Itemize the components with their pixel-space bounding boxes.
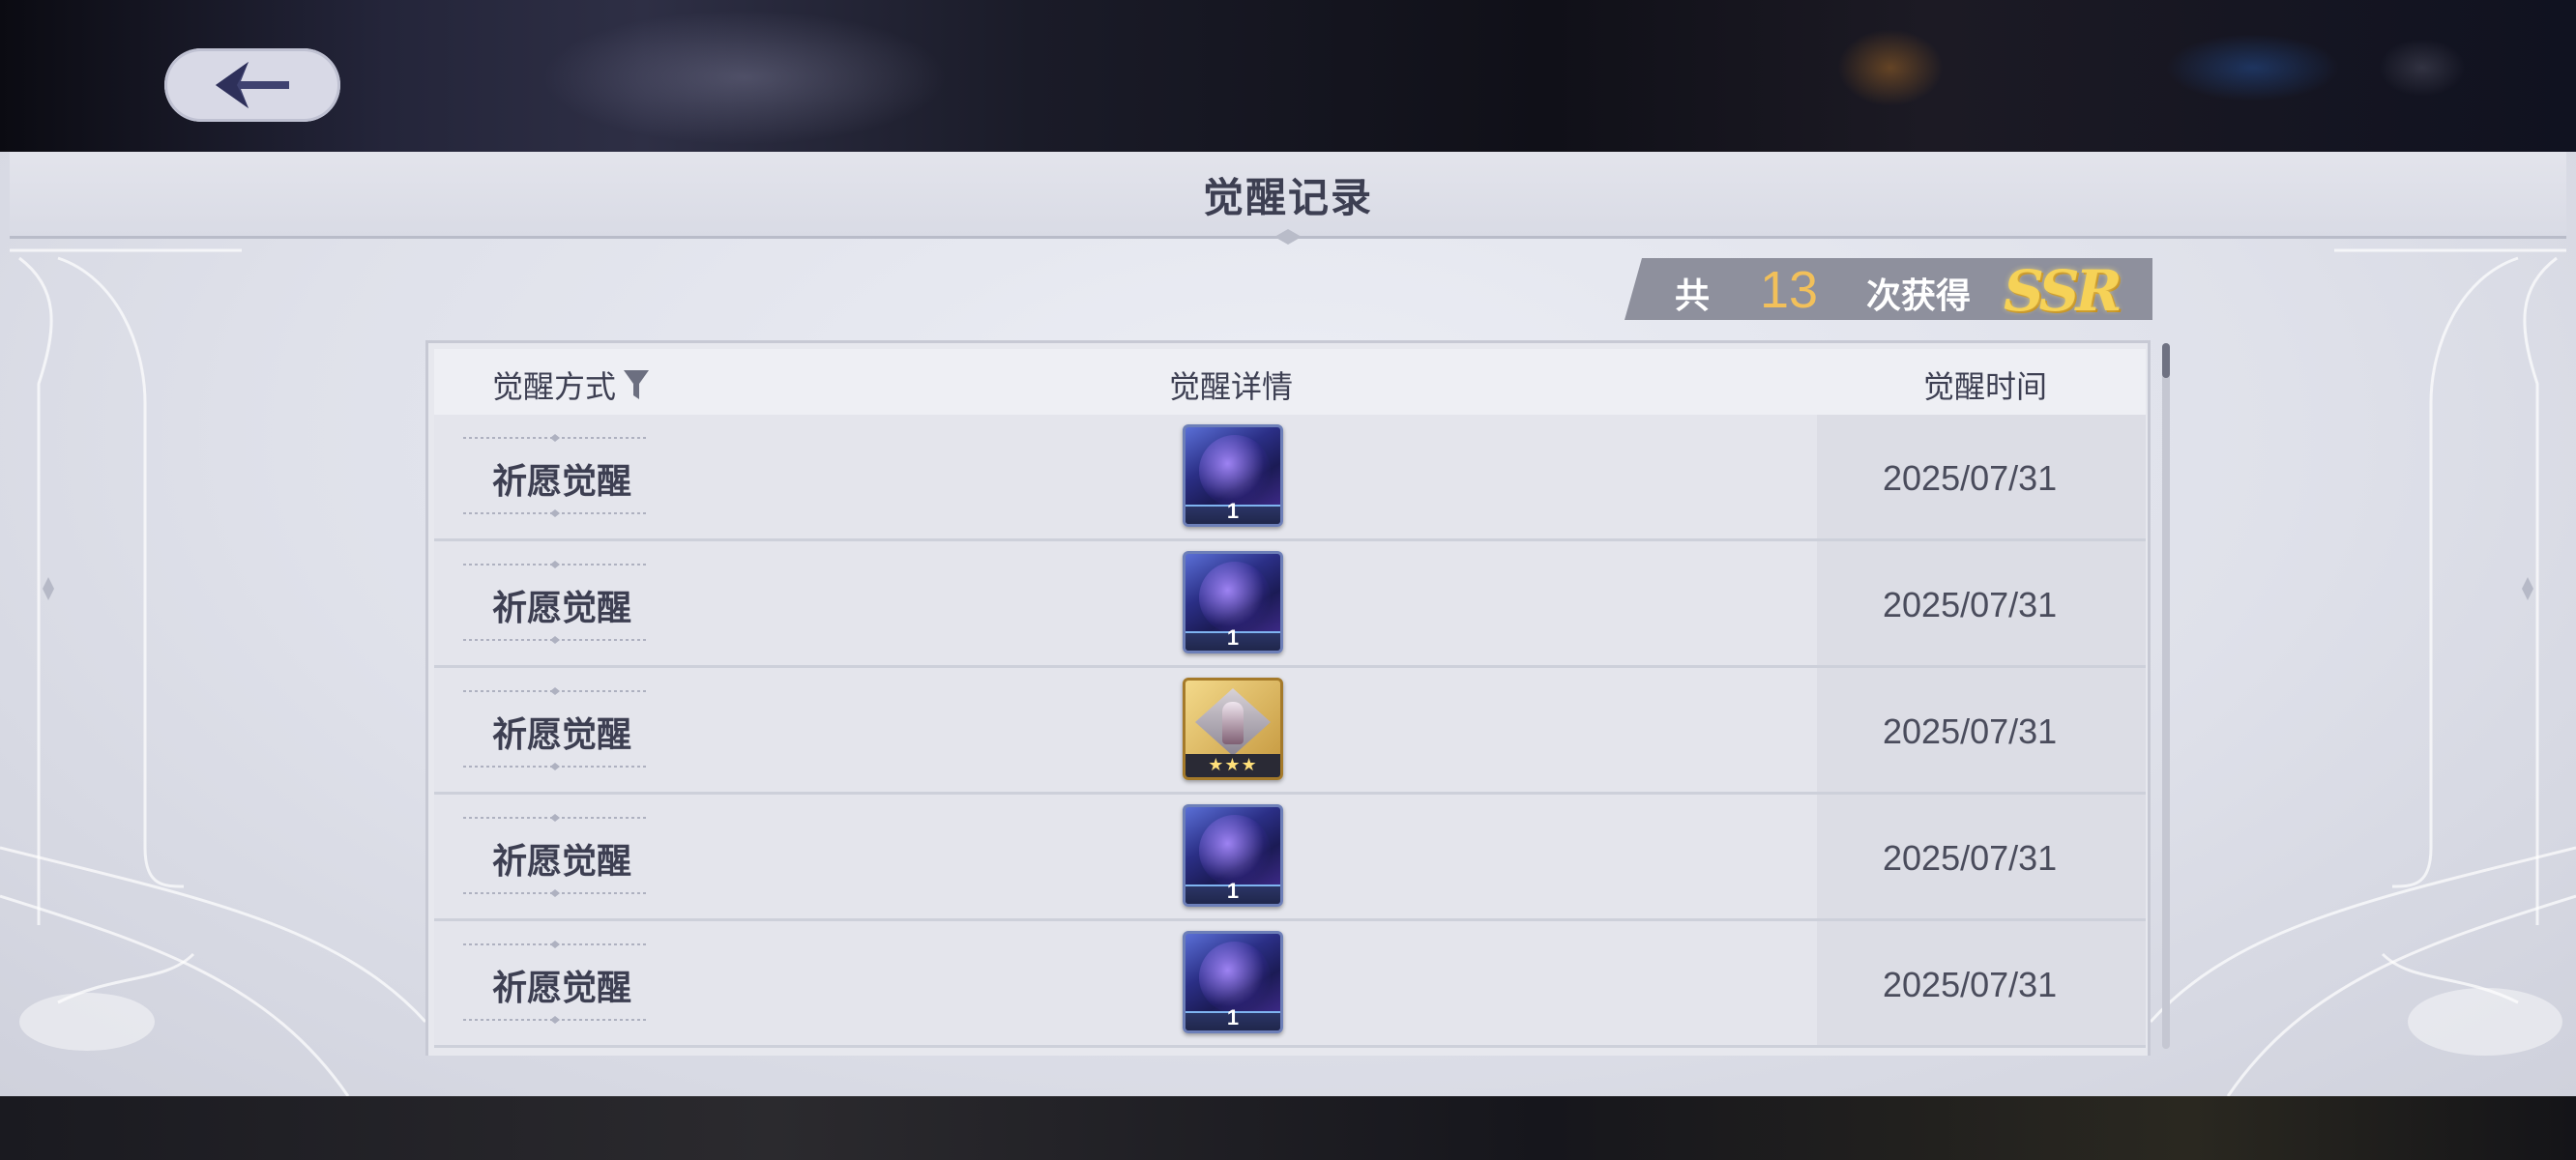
- star-rating: ★★★: [1186, 754, 1280, 777]
- table-body[interactable]: 祈愿觉醒 1 2025/07/31 祈愿觉醒 1 2025/07/31 祈愿觉醒…: [434, 415, 2146, 1048]
- row-ornament-line: [463, 941, 647, 948]
- column-header-method[interactable]: 觉醒方式: [492, 362, 651, 407]
- top-bar: [0, 0, 2576, 152]
- row-ornament-line: [463, 561, 647, 568]
- table-header: 觉醒方式 觉醒详情 觉醒时间: [434, 349, 2146, 415]
- row-ornament-line: [463, 687, 647, 695]
- records-panel: 觉醒记录 共 13 次获得 SSR 觉醒方式 觉醒详情 觉醒时间 祈愿觉醒 1 …: [0, 152, 2576, 1096]
- character-portrait-figure: [1222, 702, 1244, 744]
- column-header-detail: 觉醒详情: [1169, 368, 1294, 405]
- row-ornament-line: [463, 889, 647, 897]
- reward-card-item[interactable]: 1: [1183, 424, 1283, 527]
- item-quantity: 1: [1226, 1005, 1240, 1030]
- screen: 觉醒记录 共 13 次获得 SSR 觉醒方式 觉醒详情 觉醒时间 祈愿觉醒 1 …: [0, 0, 2576, 1160]
- item-quantity: 1: [1226, 879, 1240, 903]
- row-ornament-line: [463, 434, 647, 442]
- row-date: 2025/07/31: [1883, 458, 2058, 498]
- row-date: 2025/07/31: [1883, 838, 2058, 878]
- bottom-bar: [0, 1096, 2576, 1160]
- ssr-count-prefix: 共: [1675, 276, 1711, 316]
- row-ornament-line: [463, 763, 647, 770]
- background-glow: [542, 10, 948, 145]
- scrollbar-thumb[interactable]: [2162, 343, 2170, 378]
- table-row[interactable]: 祈愿觉醒 1 2025/07/31: [434, 795, 2146, 921]
- row-ornament-line: [463, 509, 647, 517]
- table-scrollbar[interactable]: [2162, 343, 2170, 1049]
- row-method: 祈愿觉醒: [492, 461, 632, 502]
- ssr-count-suffix: 次获得: [1866, 276, 1972, 316]
- records-table: 觉醒方式 觉醒详情 觉醒时间 祈愿觉醒 1 2025/07/31 祈愿觉醒 1 …: [425, 340, 2151, 1056]
- table-row[interactable]: 祈愿觉醒 ★★★ 2025/07/31: [434, 668, 2146, 795]
- row-method: 祈愿觉醒: [492, 588, 632, 628]
- row-date: 2025/07/31: [1883, 965, 2058, 1004]
- column-header-time: 觉醒时间: [1923, 368, 2048, 405]
- table-row[interactable]: 祈愿觉醒 1 2025/07/31: [434, 415, 2146, 541]
- reward-card-item[interactable]: 1: [1183, 931, 1283, 1033]
- row-method: 祈愿觉醒: [492, 841, 632, 882]
- row-date: 2025/07/31: [1883, 585, 2058, 624]
- currency-icon-blurred: [1837, 29, 1944, 106]
- table-row[interactable]: 祈愿觉醒 1 2025/07/31: [434, 921, 2146, 1048]
- item-quantity: 1: [1226, 499, 1240, 523]
- ssr-count-value: 13: [1760, 261, 1819, 319]
- row-ornament-line: [463, 814, 647, 822]
- back-arrow-icon: [216, 62, 289, 108]
- currency-pill-blurred: [2166, 34, 2340, 102]
- row-method: 祈愿觉醒: [492, 968, 632, 1008]
- reward-card-item[interactable]: 1: [1183, 804, 1283, 907]
- row-date: 2025/07/31: [1883, 711, 2058, 751]
- column-header-method-label: 觉醒方式: [492, 368, 617, 405]
- item-quantity: 1: [1226, 625, 1240, 650]
- filter-icon[interactable]: [622, 368, 651, 401]
- row-ornament-line: [463, 1016, 647, 1024]
- back-button[interactable]: [164, 48, 340, 122]
- ssr-rarity-label: SSR: [2004, 258, 2122, 324]
- reward-card-item[interactable]: 1: [1183, 551, 1283, 653]
- menu-icon-blurred: [2379, 39, 2466, 97]
- row-method: 祈愿觉醒: [492, 714, 632, 755]
- row-ornament-line: [463, 636, 647, 644]
- ssr-count-banner: 共 13 次获得 SSR: [1625, 258, 2152, 320]
- character-portrait-item[interactable]: ★★★: [1183, 678, 1283, 780]
- table-row[interactable]: 祈愿觉醒 1 2025/07/31: [434, 541, 2146, 668]
